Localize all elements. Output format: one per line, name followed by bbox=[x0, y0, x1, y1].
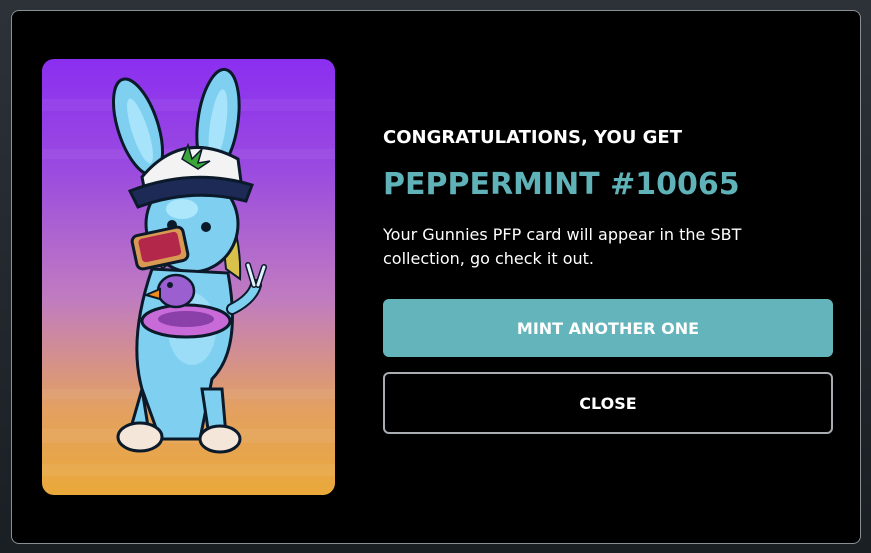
mint-another-button[interactable]: MINT ANOTHER ONE bbox=[383, 299, 833, 357]
modal-content: CONGRATULATIONS, YOU GET PEPPERMINT #100… bbox=[383, 11, 833, 543]
item-name-title: PEPPERMINT #10065 bbox=[383, 167, 740, 202]
congratulations-heading: CONGRATULATIONS, YOU GET bbox=[383, 127, 682, 148]
nft-card-image bbox=[42, 59, 335, 495]
item-description: Your Gunnies PFP card will appear in the… bbox=[383, 225, 742, 268]
bunny-character-illustration bbox=[42, 67, 335, 476]
reward-modal: CONGRATULATIONS, YOU GET PEPPERMINT #100… bbox=[11, 10, 861, 544]
close-button[interactable]: CLOSE bbox=[383, 372, 833, 434]
